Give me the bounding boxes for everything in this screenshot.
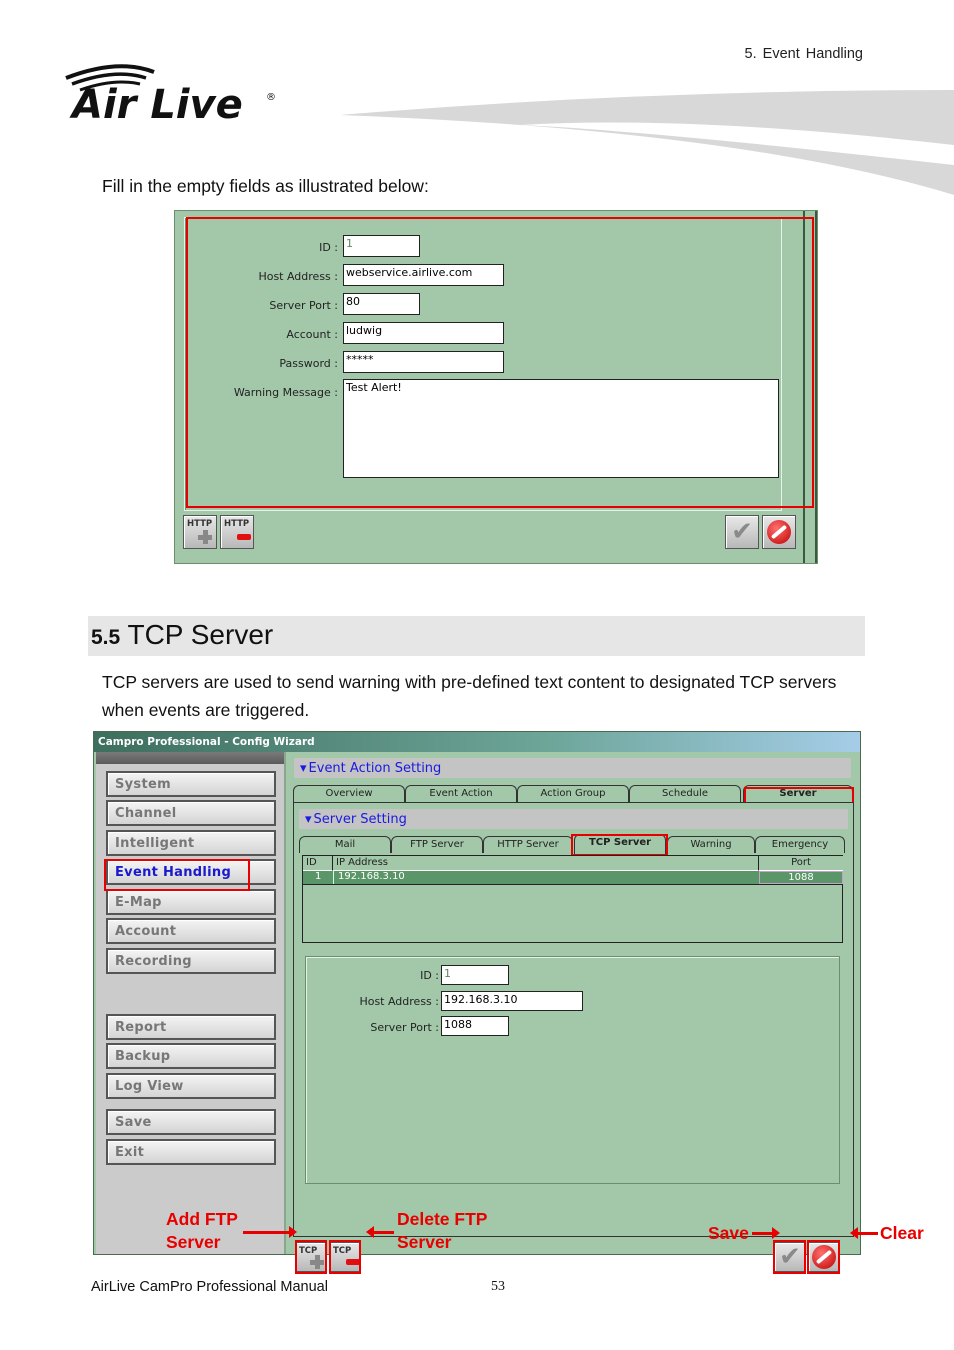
delete-http-button[interactable]: HTTP xyxy=(220,515,254,549)
check-icon: ✔ xyxy=(731,517,753,547)
page-number: 53 xyxy=(491,1279,505,1294)
chapter-title: 5. Event Handling xyxy=(744,46,863,62)
highlight-box xyxy=(186,217,814,508)
host-address-field[interactable]: 192.168.3.10 xyxy=(441,991,583,1011)
cell-id: 1 xyxy=(315,871,322,882)
highlight-box xyxy=(773,1240,806,1274)
sidebar-topbar xyxy=(96,752,284,764)
tab-mail[interactable]: Mail xyxy=(299,836,391,853)
highlight-box xyxy=(807,1240,840,1274)
server-port-label: Server Port : xyxy=(370,1021,439,1034)
arrow-left-icon xyxy=(850,1227,878,1239)
tab-ftp-server[interactable]: FTP Server xyxy=(391,836,483,853)
highlight-box xyxy=(329,1240,361,1274)
tab-warning[interactable]: Warning xyxy=(667,836,755,853)
sidebar: System Channel Intelligent Event Handlin… xyxy=(96,752,286,1254)
airlive-logo: Air Live ® xyxy=(65,64,276,128)
sidebar-item-backup[interactable]: Backup xyxy=(106,1043,276,1069)
sidebar-item-log-view[interactable]: Log View xyxy=(106,1073,276,1099)
tcp-server-table: ID IP Address Port 1 192.168.3.10 1088 xyxy=(302,855,843,943)
cell-ip: 192.168.3.10 xyxy=(333,871,409,884)
section-description: TCP servers are used to send warning wit… xyxy=(102,672,837,720)
server-tab-body: Server Setting Mail FTP Server HTTP Serv… xyxy=(293,802,854,1237)
event-action-header: Event Action Setting xyxy=(294,758,851,778)
main-panel: Event Action Setting Overview Event Acti… xyxy=(289,754,859,1274)
tab-http-server[interactable]: HTTP Server xyxy=(483,836,573,853)
section-number: 5.5 xyxy=(91,626,121,649)
highlight-box xyxy=(104,859,250,891)
sidebar-item-system[interactable]: System xyxy=(106,771,276,797)
annotation-clear: Clear xyxy=(880,1223,924,1243)
column-header-ip[interactable]: IP Address xyxy=(333,856,759,871)
arrow-right-icon xyxy=(243,1226,297,1238)
section-title: TCP Server xyxy=(127,619,274,650)
tab-event-action[interactable]: Event Action xyxy=(405,785,517,802)
sidebar-item-exit[interactable]: Exit xyxy=(106,1139,276,1165)
config-wizard-window: Campro Professional - Config Wizard Syst… xyxy=(93,731,861,1274)
header-swoosh xyxy=(340,90,954,195)
server-port-field[interactable]: 1088 xyxy=(441,1016,509,1036)
tab-schedule[interactable]: Schedule xyxy=(629,785,741,802)
table-row[interactable]: 1 192.168.3.10 1088 xyxy=(303,871,843,885)
highlight-box xyxy=(295,1240,327,1274)
annotation-add-server: Add FTP Server xyxy=(166,1209,238,1252)
arrow-right-icon xyxy=(752,1227,780,1239)
id-field[interactable]: 1 xyxy=(441,965,509,985)
sidebar-item-report[interactable]: Report xyxy=(106,1014,276,1040)
minus-icon xyxy=(237,534,251,540)
annotation-delete-server: Delete FTP Server xyxy=(397,1209,488,1252)
arrow-left-icon xyxy=(366,1226,394,1238)
http-server-panel: ID : 1 Host Address : webservice.airlive… xyxy=(174,210,818,564)
save-button[interactable]: ✔ xyxy=(725,515,759,549)
add-http-button[interactable]: HTTP xyxy=(183,515,217,549)
tab-overview[interactable]: Overview xyxy=(293,785,405,802)
server-setting-header: Server Setting xyxy=(299,809,848,829)
sidebar-item-e-map[interactable]: E-Map xyxy=(106,889,276,915)
column-header-port[interactable]: Port xyxy=(759,856,843,871)
no-entry-icon xyxy=(767,520,791,544)
tab-action-group[interactable]: Action Group xyxy=(517,785,629,802)
id-label: ID : xyxy=(420,969,439,982)
host-address-label: Host Address : xyxy=(359,995,439,1008)
annotation-save: Save xyxy=(708,1223,749,1243)
sidebar-item-intelligent[interactable]: Intelligent xyxy=(106,830,276,856)
plus-icon xyxy=(198,530,212,544)
clear-button[interactable] xyxy=(762,515,796,549)
sidebar-item-account[interactable]: Account xyxy=(106,918,276,944)
window-title: Campro Professional - Config Wizard xyxy=(94,732,860,752)
highlight-box xyxy=(571,834,668,856)
sidebar-item-save[interactable]: Save xyxy=(106,1109,276,1135)
sidebar-item-recording[interactable]: Recording xyxy=(106,948,276,974)
section-heading: 5.5 TCP Server xyxy=(88,616,865,656)
footer-manual-title: AirLive CamPro Professional Manual xyxy=(91,1279,328,1295)
sidebar-item-channel[interactable]: Channel xyxy=(106,800,276,826)
tab-emergency[interactable]: Emergency xyxy=(755,836,845,853)
intro-text: Fill in the empty fields as illustrated … xyxy=(102,176,429,196)
cell-port: 1088 xyxy=(759,871,843,884)
tcp-form-area: ID : 1 Host Address : 192.168.3.10 Serve… xyxy=(305,956,840,1184)
logo-text: Air Live xyxy=(69,82,243,128)
column-header-id[interactable]: ID xyxy=(303,856,333,871)
svg-text:®: ® xyxy=(266,92,276,103)
